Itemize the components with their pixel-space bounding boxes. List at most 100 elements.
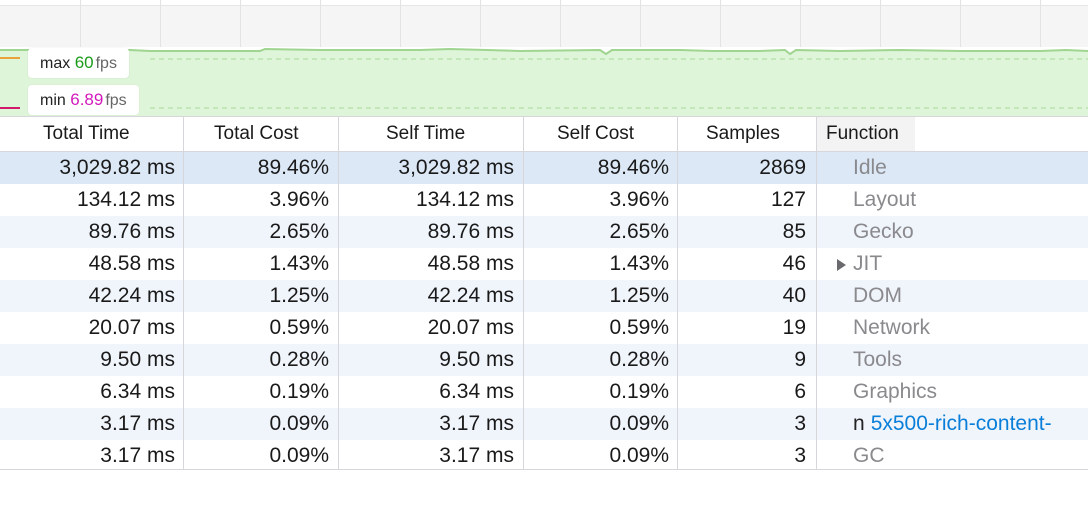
call-tree-table: Total Time Total Cost Self Time Self Cos… bbox=[0, 116, 1088, 472]
timeline-tick bbox=[480, 0, 481, 47]
table-row[interactable]: 134.12 ms 3.96% 134.12 ms 3.96% 127 Layo… bbox=[0, 184, 1088, 216]
function-cell: Gecko bbox=[853, 220, 914, 243]
total-cost-cell: 89.46% bbox=[257, 156, 329, 179]
total-time-cell: 20.07 ms bbox=[88, 316, 175, 339]
timeline-tick bbox=[800, 0, 801, 47]
self-cost-cell: 3.96% bbox=[609, 188, 669, 211]
samples-cell: 2869 bbox=[759, 156, 806, 179]
min-fps-label: min 6.89 fps bbox=[28, 85, 139, 115]
function-prefix: n bbox=[853, 412, 865, 435]
self-cost-cell: 0.59% bbox=[609, 316, 669, 339]
expand-twisty-icon[interactable] bbox=[837, 259, 846, 271]
self-time-cell: 48.58 ms bbox=[427, 252, 514, 275]
self-cost-cell: 0.19% bbox=[609, 380, 669, 403]
timeline-tick bbox=[80, 0, 81, 47]
self-cost-cell: 2.65% bbox=[609, 220, 669, 243]
column-header-self-time[interactable]: Self Time bbox=[386, 117, 465, 151]
timeline-tick bbox=[240, 0, 241, 47]
column-header-total-cost[interactable]: Total Cost bbox=[214, 117, 298, 151]
self-cost-cell: 1.43% bbox=[609, 252, 669, 275]
function-cell: Tools bbox=[853, 348, 903, 371]
total-time-cell: 42.24 ms bbox=[88, 284, 175, 307]
min-fps-value: 6.89 bbox=[70, 90, 104, 109]
function-source-link[interactable]: 5x500-rich-content- bbox=[871, 412, 1052, 435]
column-divider[interactable] bbox=[677, 116, 678, 470]
table-row[interactable]: 89.76 ms 2.65% 89.76 ms 2.65% 85 Gecko bbox=[0, 216, 1088, 248]
table-row[interactable]: 3.17 ms 0.09% 3.17 ms 0.09% 3 n 5x500-ric… bbox=[0, 408, 1088, 440]
table-row[interactable]: 20.07 ms 0.59% 20.07 ms 0.59% 19 Network bbox=[0, 312, 1088, 344]
function-cell: DOM bbox=[853, 284, 902, 307]
column-header-total-time[interactable]: Total Time bbox=[43, 117, 130, 151]
min-fps-unit: fps bbox=[105, 92, 127, 109]
samples-cell: 85 bbox=[782, 220, 806, 243]
table-bottom-border bbox=[0, 469, 1088, 470]
total-time-cell: 89.76 ms bbox=[88, 220, 175, 243]
table-row[interactable]: 48.58 ms 1.43% 48.58 ms 1.43% 46 JIT bbox=[0, 248, 1088, 280]
max-fps-value: 60 bbox=[74, 53, 94, 72]
samples-cell: 19 bbox=[782, 316, 806, 339]
table-row[interactable]: 3.17 ms 0.09% 3.17 ms 0.09% 3 GC bbox=[0, 440, 1088, 472]
timeline-tick bbox=[560, 0, 561, 47]
total-cost-cell: 0.59% bbox=[269, 316, 329, 339]
min-edge-marker bbox=[0, 107, 20, 109]
timeline-ruler[interactable] bbox=[0, 0, 1088, 48]
samples-cell: 6 bbox=[794, 380, 806, 403]
function-cell: JIT bbox=[853, 252, 883, 275]
timeline-tick bbox=[320, 0, 321, 47]
table-row[interactable]: 6.34 ms 0.19% 6.34 ms 0.19% 6 Graphics bbox=[0, 376, 1088, 408]
self-time-cell: 9.50 ms bbox=[439, 348, 514, 371]
timeline-tick bbox=[400, 0, 401, 47]
total-cost-cell: 0.19% bbox=[269, 380, 329, 403]
samples-cell: 46 bbox=[782, 252, 806, 275]
total-cost-cell: 0.09% bbox=[269, 444, 329, 467]
min-fps-caption: min bbox=[40, 92, 66, 109]
total-time-cell: 3.17 ms bbox=[100, 412, 175, 435]
total-cost-cell: 0.28% bbox=[269, 348, 329, 371]
column-divider[interactable] bbox=[183, 116, 184, 470]
column-header-self-cost[interactable]: Self Cost bbox=[557, 117, 634, 151]
total-cost-cell: 1.25% bbox=[269, 284, 329, 307]
timeline-tick bbox=[1040, 0, 1041, 47]
total-time-cell: 3.17 ms bbox=[100, 444, 175, 467]
function-cell: n 5x500-rich-content- bbox=[853, 408, 1088, 440]
table-row[interactable]: 3,029.82 ms 89.46% 3,029.82 ms 89.46% 28… bbox=[0, 152, 1088, 184]
self-time-cell: 3,029.82 ms bbox=[398, 156, 514, 179]
timeline-band bbox=[0, 5, 1088, 48]
self-time-cell: 89.76 ms bbox=[427, 220, 514, 243]
function-cell: Layout bbox=[853, 188, 917, 211]
self-cost-cell: 89.46% bbox=[597, 156, 669, 179]
column-divider[interactable] bbox=[338, 116, 339, 470]
timeline-tick bbox=[960, 0, 961, 47]
max-fps-unit: fps bbox=[95, 55, 117, 72]
self-time-cell: 3.17 ms bbox=[439, 412, 514, 435]
total-cost-cell: 1.43% bbox=[269, 252, 329, 275]
column-header-samples[interactable]: Samples bbox=[706, 117, 780, 151]
timeline-tick bbox=[160, 0, 161, 47]
timeline-tick bbox=[720, 0, 721, 47]
total-cost-cell: 2.65% bbox=[269, 220, 329, 243]
framerate-graph[interactable]: max 60 fps min 6.89 fps bbox=[0, 47, 1088, 116]
column-divider[interactable] bbox=[816, 116, 817, 470]
function-cell: GC bbox=[853, 444, 885, 467]
function-cell: Network bbox=[853, 316, 931, 339]
table-header: Total Time Total Cost Self Time Self Cos… bbox=[0, 116, 1088, 152]
samples-cell: 127 bbox=[770, 188, 806, 211]
total-time-cell: 48.58 ms bbox=[88, 252, 175, 275]
max-fps-caption: max bbox=[40, 55, 71, 72]
function-cell: Graphics bbox=[853, 380, 938, 403]
samples-cell: 40 bbox=[782, 284, 806, 307]
table-row[interactable]: 9.50 ms 0.28% 9.50 ms 0.28% 9 Tools bbox=[0, 344, 1088, 376]
samples-cell: 9 bbox=[794, 348, 806, 371]
self-cost-cell: 0.09% bbox=[609, 412, 669, 435]
framerate-graph-svg bbox=[0, 47, 1088, 116]
total-cost-cell: 0.09% bbox=[269, 412, 329, 435]
self-cost-cell: 1.25% bbox=[609, 284, 669, 307]
self-cost-cell: 0.28% bbox=[609, 348, 669, 371]
max-fps-label: max 60 fps bbox=[28, 48, 129, 78]
total-time-cell: 9.50 ms bbox=[100, 348, 175, 371]
timeline-tick bbox=[640, 0, 641, 47]
table-row[interactable]: 42.24 ms 1.25% 42.24 ms 1.25% 40 DOM bbox=[0, 280, 1088, 312]
column-header-function[interactable]: Function bbox=[817, 117, 915, 151]
samples-cell: 3 bbox=[794, 412, 806, 435]
column-divider[interactable] bbox=[523, 116, 524, 470]
